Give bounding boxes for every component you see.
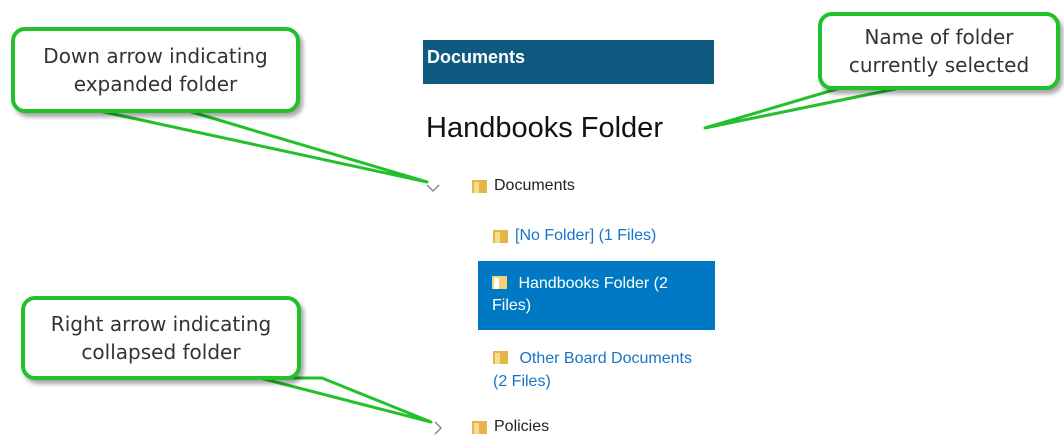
documents-header: Documents [423,40,714,84]
selected-folder-callout: Name of folder currently selected [818,12,1060,90]
collapsed-callout-pointer [258,376,433,424]
tree-item-other-board-documents-label: Other Board Documents (2 Files) [493,350,692,390]
tree-item-no-folder-label: [No Folder] (1 Files) [515,227,657,244]
collapsed-arrow-callout: Right arrow indicating collapsed folder [21,296,301,380]
documents-header-label: Documents [427,47,526,67]
collapsed-arrow-callout-text: Right arrow indicating collapsed folder [50,312,272,364]
tree-item-no-folder[interactable]: [No Folder] (1 Files) [493,227,656,245]
chevron-right-icon[interactable] [430,420,446,436]
tree-item-handbooks-folder[interactable]: Handbooks Folder (2 Files) [478,261,715,330]
page-title: Handbooks Folder [426,112,663,144]
chevron-down-icon[interactable] [425,180,441,196]
expanded-callout-pointer [93,108,429,184]
folder-icon [472,180,487,193]
expanded-arrow-callout: Down arrow indicating expanded folder [11,27,300,113]
tree-item-policies[interactable]: Policies [472,418,549,436]
expanded-arrow-callout-text: Down arrow indicating expanded folder [43,44,268,96]
selected-callout-pointer [703,86,902,130]
tree-item-other-board-documents[interactable]: Other Board Documents (2 Files) [493,347,693,393]
folder-icon [492,276,507,289]
selected-folder-callout-text: Name of folder currently selected [848,25,1030,77]
tree-item-documents[interactable]: Documents [472,177,575,195]
folder-icon [493,230,508,243]
tree-item-policies-label: Policies [494,418,550,435]
tree-item-documents-label: Documents [494,177,575,194]
tree-item-handbooks-folder-label: Handbooks Folder (2 Files) [492,275,668,314]
folder-icon [472,421,487,434]
folder-icon [493,351,508,364]
